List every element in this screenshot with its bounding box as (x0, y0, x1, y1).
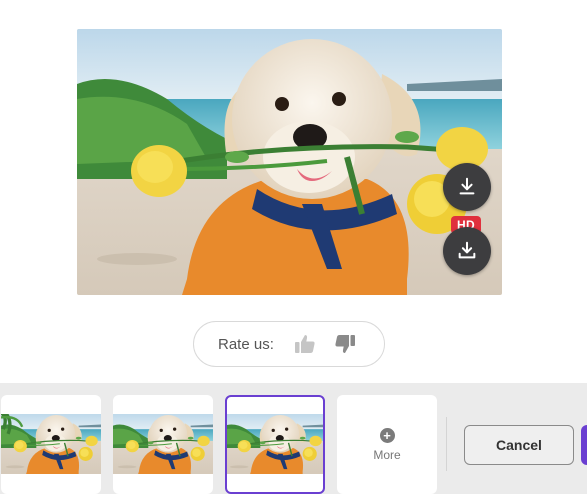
download-hd-button[interactable] (443, 227, 491, 275)
variation-image (1, 414, 101, 474)
plus-circle-icon: + (379, 427, 395, 443)
variations-tray: + More Cancel (0, 383, 587, 494)
thumbs-down-icon (335, 335, 355, 353)
primary-action-button[interactable] (581, 425, 587, 465)
result-image (77, 29, 502, 295)
rating-bar: Rate us: (193, 321, 385, 367)
more-label: More (373, 447, 401, 462)
thumbs-down-button[interactable] (332, 331, 358, 357)
download-icon (459, 177, 475, 195)
variation-image (225, 414, 325, 474)
download-hd-icon (458, 241, 476, 259)
tray-divider (446, 417, 447, 471)
variation-thumbnail-3-selected[interactable] (225, 395, 325, 494)
variation-thumbnail-1[interactable] (1, 395, 101, 494)
variation-thumbnail-2[interactable] (113, 395, 213, 494)
more-variations-button[interactable]: + More (337, 395, 437, 494)
thumbs-up-icon (294, 335, 315, 353)
rating-label: Rate us: (218, 335, 274, 353)
thumbs-up-button[interactable] (292, 331, 318, 357)
variation-image (113, 414, 213, 474)
download-button[interactable] (443, 163, 491, 211)
cancel-button[interactable]: Cancel (464, 425, 574, 465)
